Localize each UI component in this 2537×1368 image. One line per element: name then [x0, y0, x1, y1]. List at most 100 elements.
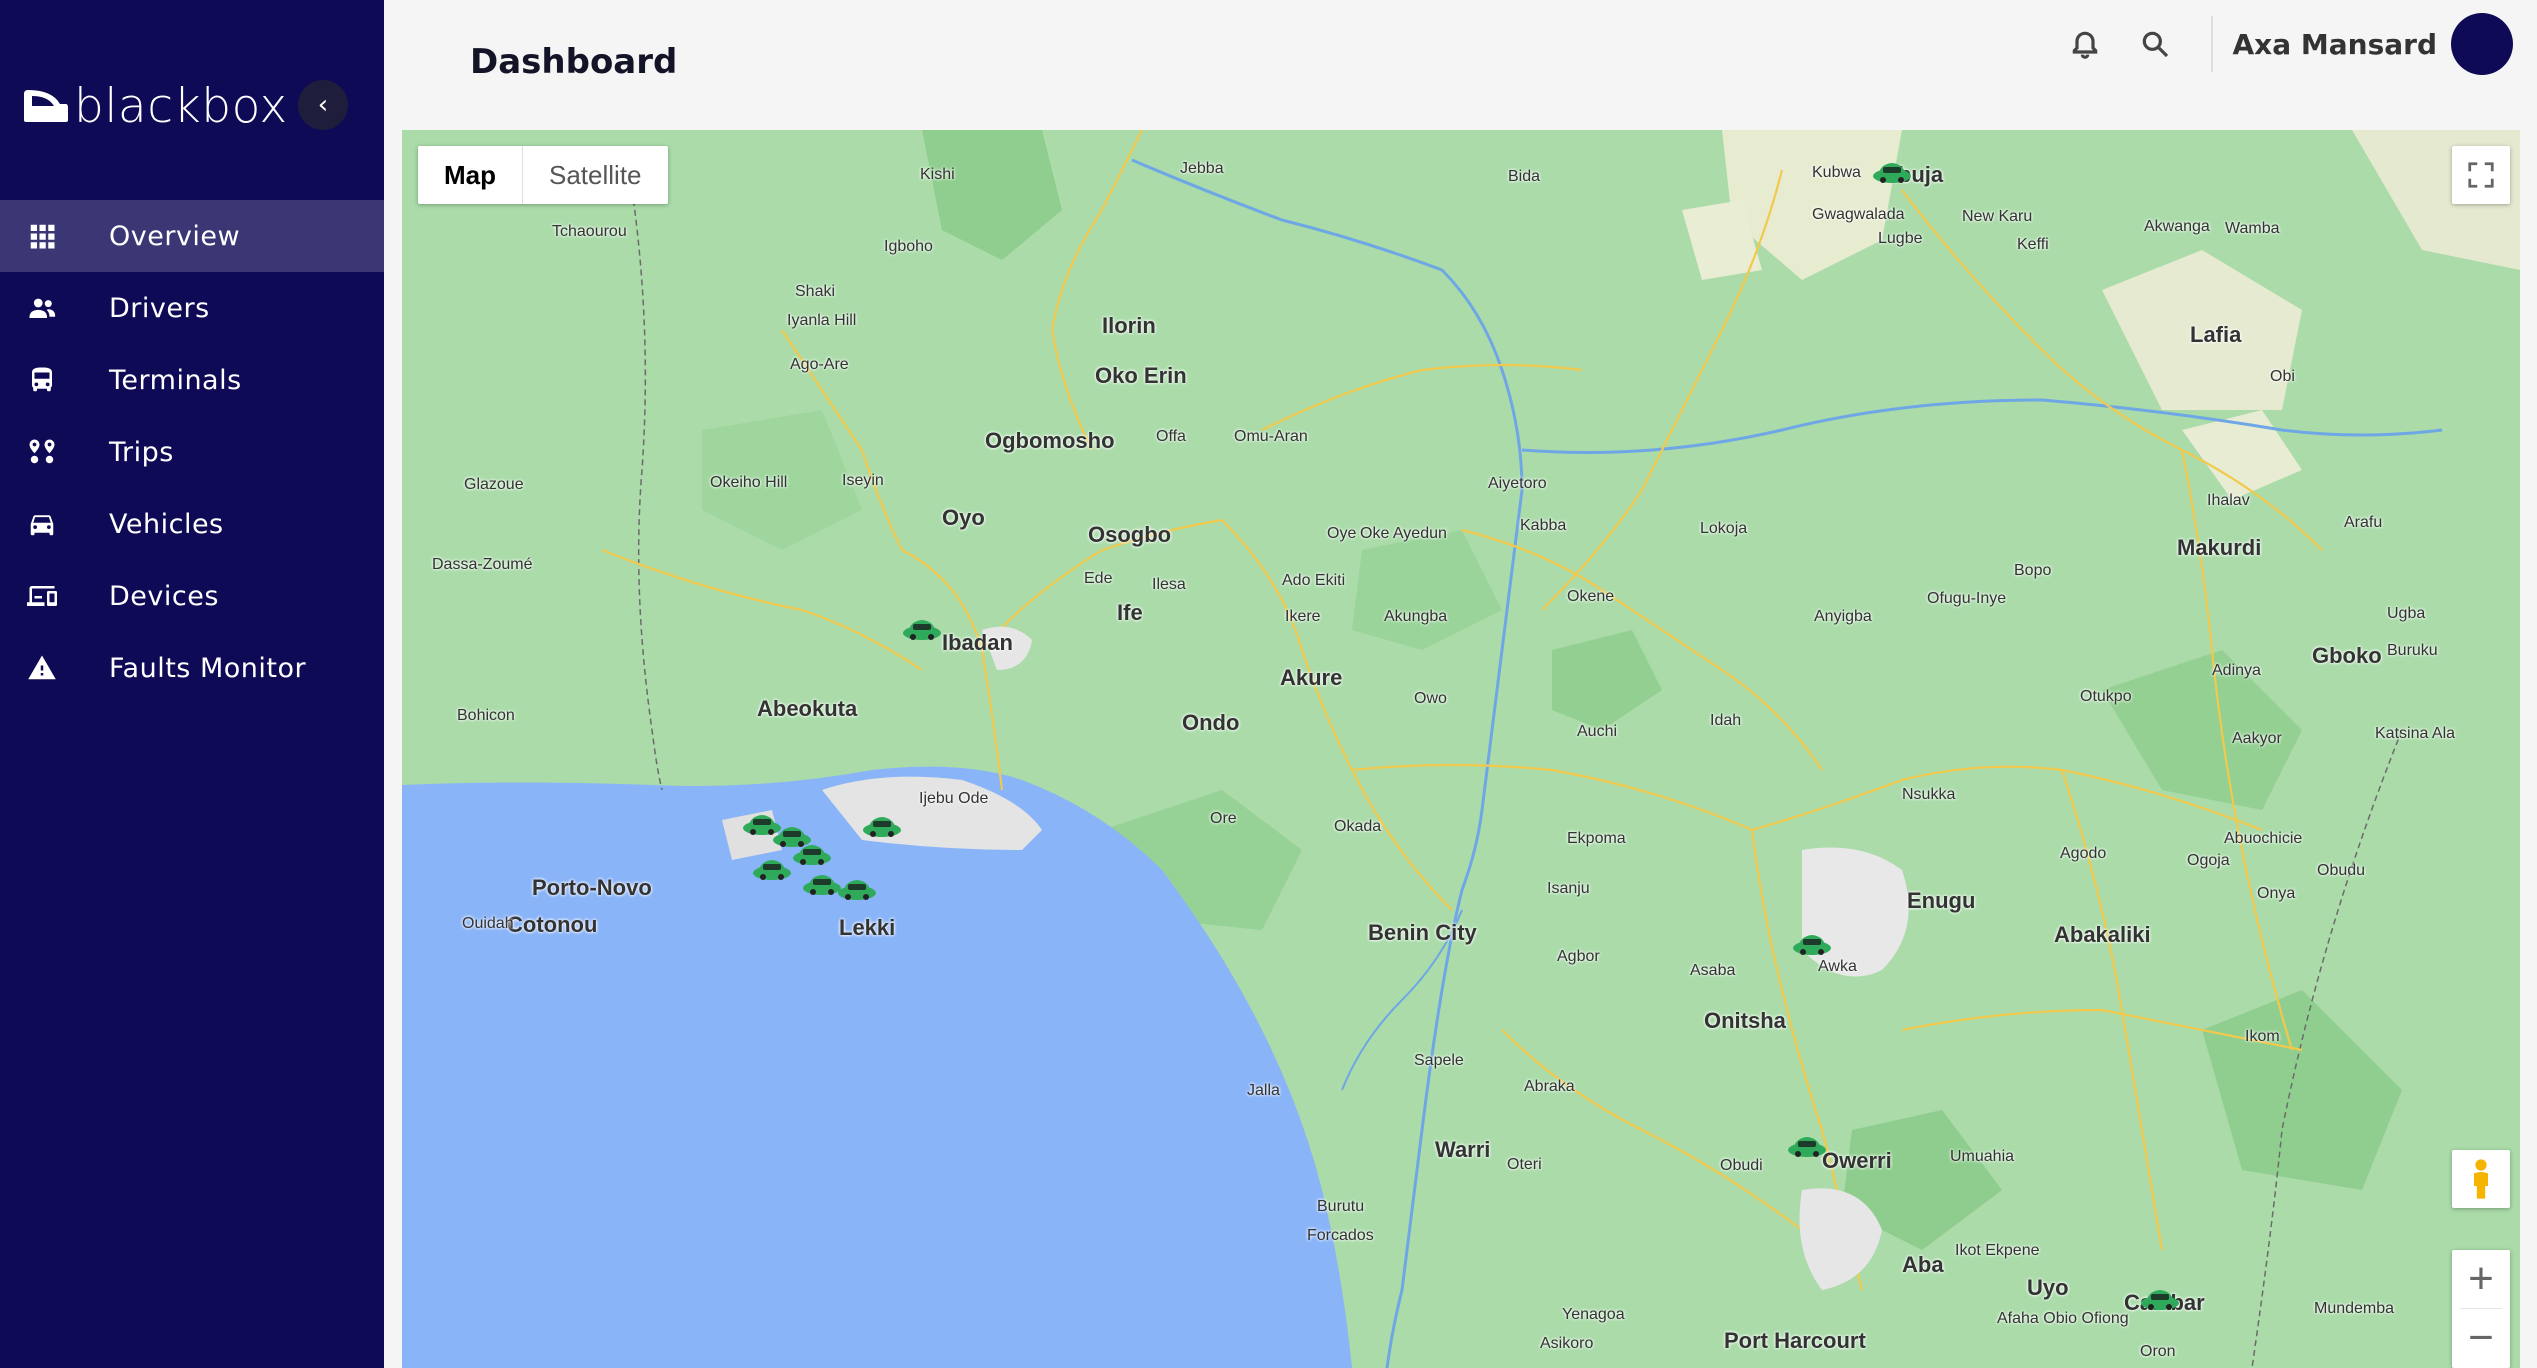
place-label: Ede [1084, 570, 1113, 587]
place-label: Ogbomosho [985, 428, 1115, 453]
devices-icon [25, 579, 59, 613]
vehicle-marker[interactable] [1787, 1132, 1827, 1160]
place-label: Lugbe [1878, 230, 1923, 247]
user-name[interactable]: Axa Mansard [2233, 28, 2437, 61]
place-label: Lekki [839, 915, 896, 940]
place-label: Ilorin [1102, 313, 1156, 338]
place-label: Igboho [884, 238, 933, 255]
page-title: Dashboard [470, 42, 678, 82]
vehicle-marker[interactable] [1872, 158, 1912, 186]
notification-bell-icon[interactable] [2065, 24, 2105, 64]
place-label: Asaba [1690, 962, 1736, 979]
sidebar-nav: Overview Drivers Terminals Trips Vehicle… [0, 200, 384, 704]
place-label: Auchi [1577, 723, 1618, 740]
sidebar-item-terminals[interactable]: Terminals [0, 344, 384, 416]
zoom-out-button[interactable]: − [2452, 1309, 2510, 1367]
grid-icon [25, 219, 59, 253]
vehicle-marker[interactable] [792, 840, 832, 868]
place-label: Obudu [2317, 862, 2366, 879]
bus-icon [25, 363, 59, 397]
place-label: Lokoja [1700, 520, 1748, 537]
place-label: Afaha Obio Ofiong [1997, 1310, 2129, 1327]
place-label: Katsina Ala [2375, 725, 2456, 742]
map-type-map-button[interactable]: Map [418, 146, 523, 204]
place-label: Owerri [1822, 1148, 1892, 1173]
place-label: Offa [1156, 428, 1186, 445]
place-label: Iseyin [842, 472, 884, 489]
place-label: Dassa-Zoumé [432, 556, 533, 573]
place-label: Aiyetoro [1488, 475, 1547, 492]
place-label: Akwanga [2144, 218, 2210, 235]
place-label: Aakyor [2232, 730, 2282, 747]
sidebar-item-label: Faults Monitor [109, 652, 307, 684]
place-label: Akure [1280, 665, 1343, 690]
avatar[interactable] [2451, 13, 2513, 75]
search-icon[interactable] [2135, 24, 2175, 64]
sidebar-item-drivers[interactable]: Drivers [0, 272, 384, 344]
zoom-in-button[interactable]: + [2452, 1250, 2510, 1308]
place-label: Abeokuta [757, 696, 858, 721]
brand[interactable]: blackbox [22, 76, 288, 136]
place-label: Ogoja [2187, 852, 2230, 869]
vehicle-marker[interactable] [837, 875, 877, 903]
place-label: Bopo [2014, 562, 2052, 579]
vehicle-marker[interactable] [752, 855, 792, 883]
sidebar-item-label: Overview [109, 220, 241, 252]
sidebar-item-label: Devices [109, 580, 219, 612]
place-label: Gwagwalada [1812, 206, 1905, 223]
vehicle-marker[interactable] [1792, 930, 1832, 958]
place-label: Onitsha [1704, 1008, 1786, 1033]
place-label: Ijebu Ode [919, 790, 989, 807]
place-label: Umuahia [1950, 1148, 2015, 1165]
place-label: Agbor [1557, 948, 1600, 965]
place-label: Anyigba [1814, 608, 1872, 625]
map-type-satellite-button[interactable]: Satellite [523, 146, 668, 204]
street-view-pegman-button[interactable] [2452, 1150, 2510, 1208]
vehicle-marker[interactable] [2140, 1285, 2180, 1313]
brand-name: blackbox [74, 78, 288, 134]
place-label: Ikom [2245, 1028, 2280, 1045]
collapse-sidebar-button[interactable]: ‹ [298, 80, 348, 130]
place-label: Otukpo [2080, 688, 2132, 705]
header-actions: Axa Mansard [2035, 12, 2513, 76]
place-label: Iyanla Hill [787, 312, 857, 329]
sidebar-item-label: Trips [109, 436, 174, 468]
sidebar-item-vehicles[interactable]: Vehicles [0, 488, 384, 560]
sidebar-item-label: Terminals [109, 364, 242, 396]
sidebar-item-faults-monitor[interactable]: Faults Monitor [0, 632, 384, 704]
map-type-control: Map Satellite [418, 146, 668, 204]
place-label: Okada [1334, 818, 1382, 835]
place-label: Lafia [2190, 322, 2242, 347]
place-label: Keffi [2017, 236, 2049, 253]
place-label: Ikere [1285, 608, 1321, 625]
sidebar-item-trips[interactable]: Trips [0, 416, 384, 488]
place-label: Yenagoa [1562, 1306, 1625, 1323]
place-label: Osogbo [1088, 522, 1172, 547]
place-label: Oteri [1507, 1156, 1542, 1173]
place-label: Ilesa [1152, 576, 1186, 593]
map-canvas[interactable]: Abuja Kubwa Ilorin Oko Erin Ogbomosho Oy… [402, 130, 2520, 1368]
place-label: Owo [1414, 690, 1447, 707]
place-label: Ihalav [2207, 492, 2250, 509]
place-label: Ore [1210, 810, 1237, 827]
fullscreen-button[interactable] [2452, 146, 2510, 204]
place-label: Agodo [2060, 845, 2107, 862]
place-label: Gboko [2312, 643, 2382, 668]
car-icon [25, 507, 59, 541]
place-label: Uyo [2027, 1275, 2069, 1300]
place-label: Port Harcourt [1724, 1328, 1866, 1353]
place-label: Ofugu-Inye [1927, 590, 2007, 607]
sidebar-item-overview[interactable]: Overview [0, 200, 384, 272]
place-label: Adinya [2212, 662, 2261, 679]
vehicle-marker[interactable] [802, 870, 842, 898]
place-label: Jebba [1180, 160, 1224, 177]
vehicle-marker[interactable] [902, 615, 942, 643]
place-label: New Karu [1962, 208, 2033, 225]
sidebar-item-devices[interactable]: Devices [0, 560, 384, 632]
vehicle-marker[interactable] [862, 812, 902, 840]
place-label: Ekpoma [1567, 830, 1626, 847]
place-label: Onya [2257, 885, 2296, 902]
place-label: Shaki [795, 283, 836, 300]
place-label: Akungba [1384, 608, 1448, 625]
place-label: Okene [1567, 588, 1615, 605]
